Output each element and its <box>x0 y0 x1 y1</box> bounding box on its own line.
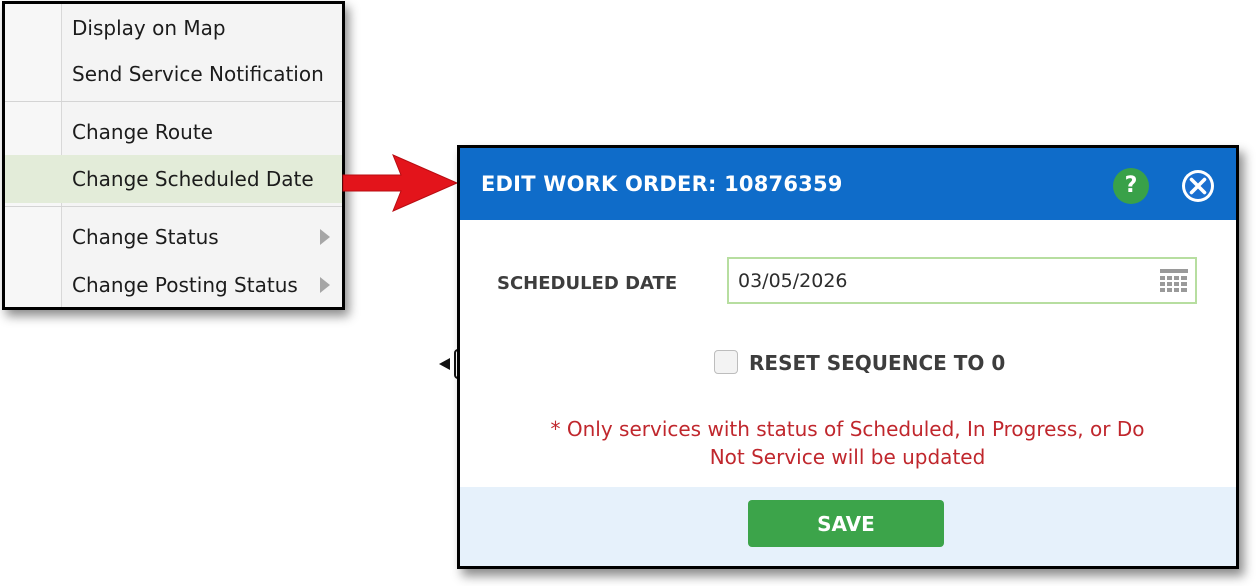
menu-item-change-scheduled-date[interactable]: Change Scheduled Date <box>5 155 342 203</box>
dialog-footer: SAVE <box>460 487 1236 566</box>
menu-item-label: Change Route <box>72 120 213 144</box>
menu-item-send-service-notification[interactable]: Send Service Notification <box>5 50 342 98</box>
menu-item-change-posting-status[interactable]: Change Posting Status <box>5 261 342 307</box>
menu-item-label: Change Posting Status <box>72 273 298 297</box>
submenu-arrow-icon <box>320 277 330 293</box>
close-icon[interactable] <box>1180 168 1216 204</box>
context-menu: Display on Map Send Service Notification… <box>2 1 345 310</box>
status-notice: * Only services with status of Scheduled… <box>520 415 1175 471</box>
notice-line-1: * Only services with status of Scheduled… <box>550 417 1145 441</box>
menu-separator <box>5 206 342 207</box>
reset-sequence-label: RESET SEQUENCE TO 0 <box>749 351 1006 375</box>
menu-item-display-on-map[interactable]: Display on Map <box>5 4 342 52</box>
calendar-icon[interactable] <box>1159 268 1189 296</box>
menu-item-label: Display on Map <box>72 16 226 40</box>
menu-item-label: Send Service Notification <box>72 62 324 86</box>
scheduled-date-value: 03/05/2026 <box>738 270 848 292</box>
scheduled-date-label: SCHEDULED DATE <box>497 273 678 294</box>
red-arrow-icon <box>342 154 459 212</box>
menu-separator <box>5 101 342 102</box>
menu-item-change-status[interactable]: Change Status <box>5 213 342 261</box>
submenu-arrow-icon <box>320 229 330 245</box>
help-icon[interactable]: ? <box>1113 168 1149 204</box>
dialog-title: EDIT WORK ORDER: 10876359 <box>481 172 843 196</box>
menu-item-label: Change Status <box>72 225 219 249</box>
menu-item-label: Change Scheduled Date <box>72 167 314 191</box>
notice-line-2: Not Service will be updated <box>709 445 986 469</box>
menu-item-change-route[interactable]: Change Route <box>5 108 342 156</box>
scheduled-date-input[interactable]: 03/05/2026 <box>727 257 1197 304</box>
reset-sequence-checkbox[interactable] <box>714 350 738 374</box>
dialog-header: EDIT WORK ORDER: 10876359 ? <box>460 148 1236 220</box>
save-button[interactable]: SAVE <box>748 500 944 547</box>
edit-work-order-dialog: EDIT WORK ORDER: 10876359 ? SCHEDULED DA… <box>457 145 1239 569</box>
